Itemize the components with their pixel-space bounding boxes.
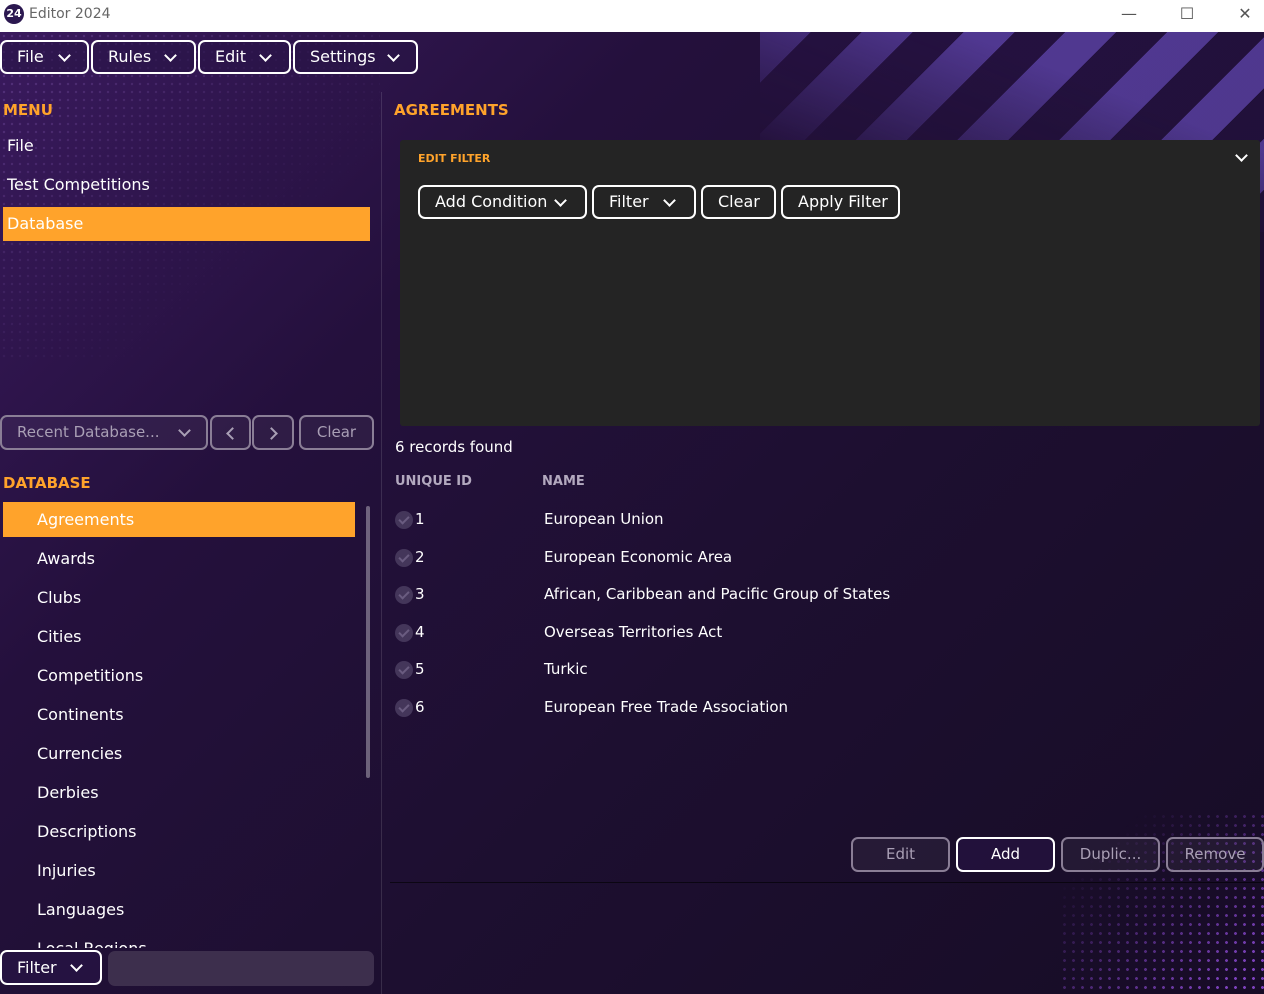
row-id: 4 (415, 623, 425, 641)
edit-filter-panel: EDIT FILTER Add Condition Filter Clear A… (400, 140, 1260, 426)
db-item-continents[interactable]: Continents (3, 697, 355, 732)
table-row[interactable]: 3 African, Caribbean and Pacific Group o… (395, 576, 1255, 613)
table-row[interactable]: 4 Overseas Territories Act (395, 614, 1255, 651)
recent-clear-button[interactable]: Clear (299, 415, 374, 450)
menu-edit-label: Edit (215, 47, 246, 66)
add-button[interactable]: Add (956, 837, 1055, 872)
panel-divider (381, 92, 382, 994)
bottom-filter-label: Filter (17, 958, 57, 977)
remove-button[interactable]: Remove (1166, 837, 1264, 872)
row-id: 1 (415, 510, 425, 528)
database-scrollbar[interactable] (366, 506, 370, 778)
next-button[interactable] (252, 415, 294, 450)
check-icon[interactable] (395, 699, 413, 717)
row-id: 5 (415, 660, 425, 678)
database-heading: DATABASE (3, 474, 91, 492)
row-name: Overseas Territories Act (544, 623, 723, 641)
edit-button[interactable]: Edit (851, 837, 950, 872)
menu-item-file[interactable]: File (3, 129, 370, 163)
db-item-competitions[interactable]: Competitions (3, 658, 355, 693)
db-item-awards[interactable]: Awards (3, 541, 355, 576)
row-name: European Economic Area (544, 548, 733, 566)
bottom-filter-input[interactable] (108, 951, 374, 986)
chevron-down-icon (70, 952, 84, 982)
row-name: European Union (544, 510, 664, 528)
menu-settings-label: Settings (310, 47, 376, 66)
bottom-filter-button[interactable]: Filter (0, 950, 102, 985)
chevron-down-icon (387, 42, 401, 72)
row-name: African, Caribbean and Pacific Group of … (544, 585, 891, 603)
table-row[interactable]: 2 European Economic Area (395, 539, 1255, 576)
recent-database-dropdown[interactable]: Recent Database... (0, 415, 208, 450)
apply-filter-button[interactable]: Apply Filter (781, 185, 900, 219)
chevron-down-icon (663, 187, 677, 217)
db-item-cities[interactable]: Cities (3, 619, 355, 654)
filter-dropdown-button[interactable]: Filter (592, 185, 696, 219)
menu-rules-label: Rules (108, 47, 152, 66)
db-item-descriptions[interactable]: Descriptions (3, 814, 355, 849)
db-item-currencies[interactable]: Currencies (3, 736, 355, 771)
close-button[interactable]: ✕ (1222, 0, 1264, 28)
filter-clear-button[interactable]: Clear (701, 185, 776, 219)
app-logo-icon: 24 (4, 4, 24, 24)
agreements-heading: AGREEMENTS (394, 101, 509, 119)
row-name: Turkic (544, 660, 588, 678)
chevron-down-icon[interactable] (1235, 150, 1249, 164)
db-item-clubs[interactable]: Clubs (3, 580, 355, 615)
check-icon[interactable] (395, 586, 413, 604)
db-item-derbies[interactable]: Derbies (3, 775, 355, 810)
db-item-agreements[interactable]: Agreements (3, 502, 355, 537)
recent-database-label: Recent Database... (17, 423, 160, 441)
database-list: Agreements Awards Clubs Cities Competiti… (0, 500, 370, 948)
records-found: 6 records found (395, 438, 513, 456)
title-bar: 24 Editor 2024 — ☐ ✕ (0, 0, 1264, 32)
add-condition-button[interactable]: Add Condition (418, 185, 587, 219)
add-condition-label: Add Condition (435, 192, 548, 211)
menu-heading: MENU (3, 101, 53, 119)
check-icon[interactable] (395, 549, 413, 567)
row-name: European Free Trade Association (544, 698, 789, 716)
menu-file-label: File (17, 47, 44, 66)
edit-filter-title: EDIT FILTER (418, 152, 491, 165)
db-item-local-regions[interactable]: Local Regions (3, 931, 355, 948)
filter-dropdown-label: Filter (609, 192, 649, 211)
row-id: 6 (415, 698, 425, 716)
menu-item-test-competitions[interactable]: Test Competitions (3, 168, 370, 202)
menu-edit-button[interactable]: Edit (198, 40, 291, 74)
menu-item-database[interactable]: Database (3, 207, 370, 241)
table-row[interactable]: 6 European Free Trade Association (395, 689, 1255, 726)
minimize-button[interactable]: — (1106, 0, 1152, 28)
duplicate-button[interactable]: Duplic... (1061, 837, 1160, 872)
window-title: Editor 2024 (29, 6, 111, 22)
previous-button[interactable] (210, 415, 251, 450)
check-icon[interactable] (395, 661, 413, 679)
menu-file-button[interactable]: File (0, 40, 89, 74)
row-id: 2 (415, 548, 425, 566)
chevron-down-icon (58, 42, 72, 72)
db-item-languages[interactable]: Languages (3, 892, 355, 927)
menu-rules-button[interactable]: Rules (91, 40, 196, 74)
column-header-unique-id[interactable]: UNIQUE ID (395, 474, 472, 489)
row-id: 3 (415, 585, 425, 603)
maximize-button[interactable]: ☐ (1164, 0, 1210, 28)
bottom-divider (390, 882, 1264, 883)
check-icon[interactable] (395, 511, 413, 529)
table-row[interactable]: 1 European Union (395, 501, 1255, 538)
column-header-name[interactable]: NAME (542, 474, 585, 489)
chevron-down-icon (259, 42, 273, 72)
check-icon[interactable] (395, 624, 413, 642)
chevron-down-icon (164, 42, 178, 72)
table-row[interactable]: 5 Turkic (395, 651, 1255, 688)
db-item-injuries[interactable]: Injuries (3, 853, 355, 888)
chevron-down-icon (178, 417, 192, 447)
menu-settings-button[interactable]: Settings (293, 40, 418, 74)
chevron-down-icon (554, 187, 568, 217)
